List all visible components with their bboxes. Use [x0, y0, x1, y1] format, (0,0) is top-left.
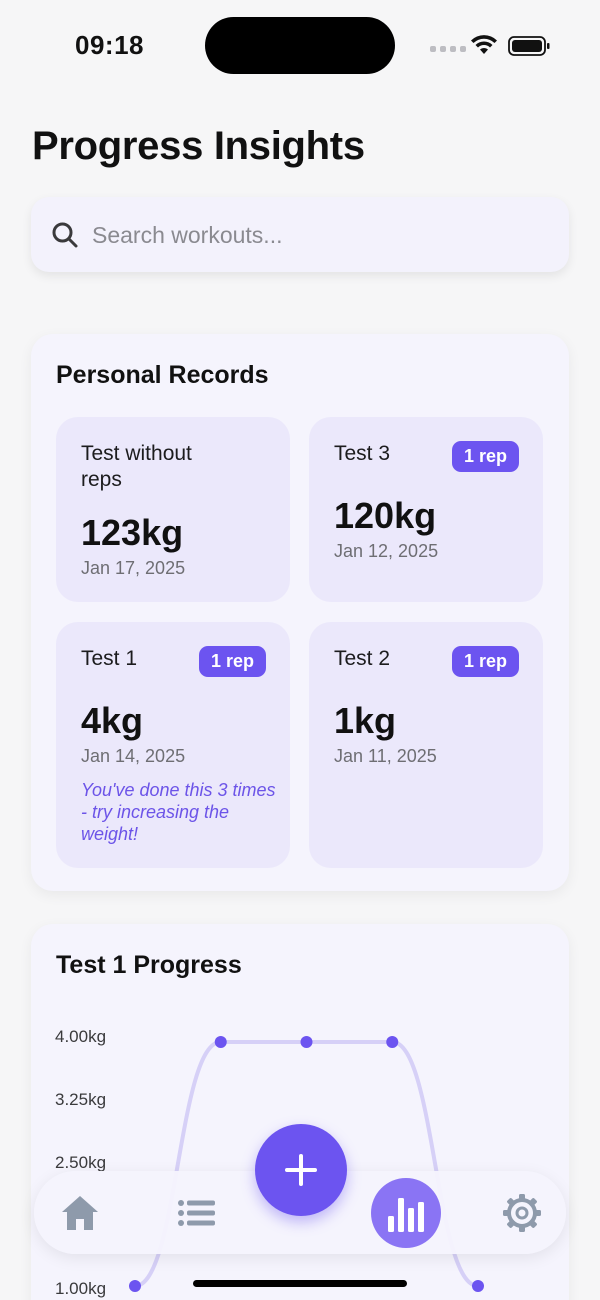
record-tile[interactable]: Test without reps 123kg Jan 17, 2025 — [56, 417, 290, 602]
add-icon — [285, 1154, 317, 1186]
record-date: Jan 17, 2025 — [81, 558, 186, 578]
nav-settings-button[interactable] — [500, 1191, 544, 1235]
page-title: Progress Insights — [32, 124, 365, 168]
list-icon — [178, 1200, 215, 1226]
search-input[interactable] — [92, 217, 542, 253]
record-date: Jan 11, 2025 — [334, 746, 437, 766]
nav-home-button[interactable] — [58, 1191, 102, 1235]
y-tick-label: 2.50kg — [55, 1153, 106, 1172]
record-tip: You've done this 3 times - try increasin… — [81, 780, 276, 844]
home-indicator — [193, 1280, 407, 1287]
rep-badge: 1 rep — [198, 646, 266, 677]
status-bar: 09:18 — [0, 0, 600, 90]
data-point[interactable] — [472, 1280, 484, 1292]
record-name: Test without reps — [81, 442, 192, 491]
record-weight: 4kg — [81, 700, 144, 741]
dynamic-island — [205, 17, 395, 74]
record-date: Jan 12, 2025 — [334, 541, 439, 561]
record-weight: 1kg — [334, 700, 397, 741]
search-icon — [52, 222, 78, 248]
record-tile[interactable]: Test 2 1 rep 1kg Jan 11, 2025 — [309, 622, 543, 868]
personal-records-title: Personal Records — [56, 361, 269, 389]
record-tile[interactable]: Test 3 1 rep 120kg Jan 12, 2025 — [309, 417, 543, 602]
cellular-signal-icon — [430, 46, 466, 52]
rep-badge: 1 rep — [451, 441, 519, 472]
add-workout-button[interactable] — [255, 1124, 347, 1216]
y-tick-label: 1.00kg — [55, 1279, 106, 1298]
nav-insights-button[interactable] — [371, 1178, 441, 1248]
chart-icon — [388, 1198, 424, 1232]
y-tick-label: 3.25kg — [55, 1090, 106, 1109]
record-weight: 123kg — [81, 512, 184, 553]
personal-records-card: Personal Records Test without reps 123kg… — [31, 334, 569, 891]
status-time: 09:18 — [75, 30, 144, 60]
gear-icon — [503, 1194, 541, 1232]
record-tile[interactable]: Test 1 1 rep 4kg Jan 14, 2025 You've don… — [56, 622, 290, 868]
data-point[interactable] — [386, 1036, 399, 1048]
y-tick-label: 4.00kg — [55, 1027, 106, 1046]
record-weight: 120kg — [334, 495, 437, 536]
data-point[interactable] — [214, 1036, 227, 1048]
wifi-icon — [471, 35, 497, 54]
record-date: Jan 14, 2025 — [81, 746, 186, 766]
home-icon — [62, 1196, 98, 1230]
data-point[interactable] — [300, 1036, 313, 1048]
battery-icon — [508, 36, 550, 56]
data-point[interactable] — [129, 1280, 141, 1292]
rep-badge: 1 rep — [451, 646, 519, 677]
nav-list-button[interactable] — [174, 1191, 218, 1235]
